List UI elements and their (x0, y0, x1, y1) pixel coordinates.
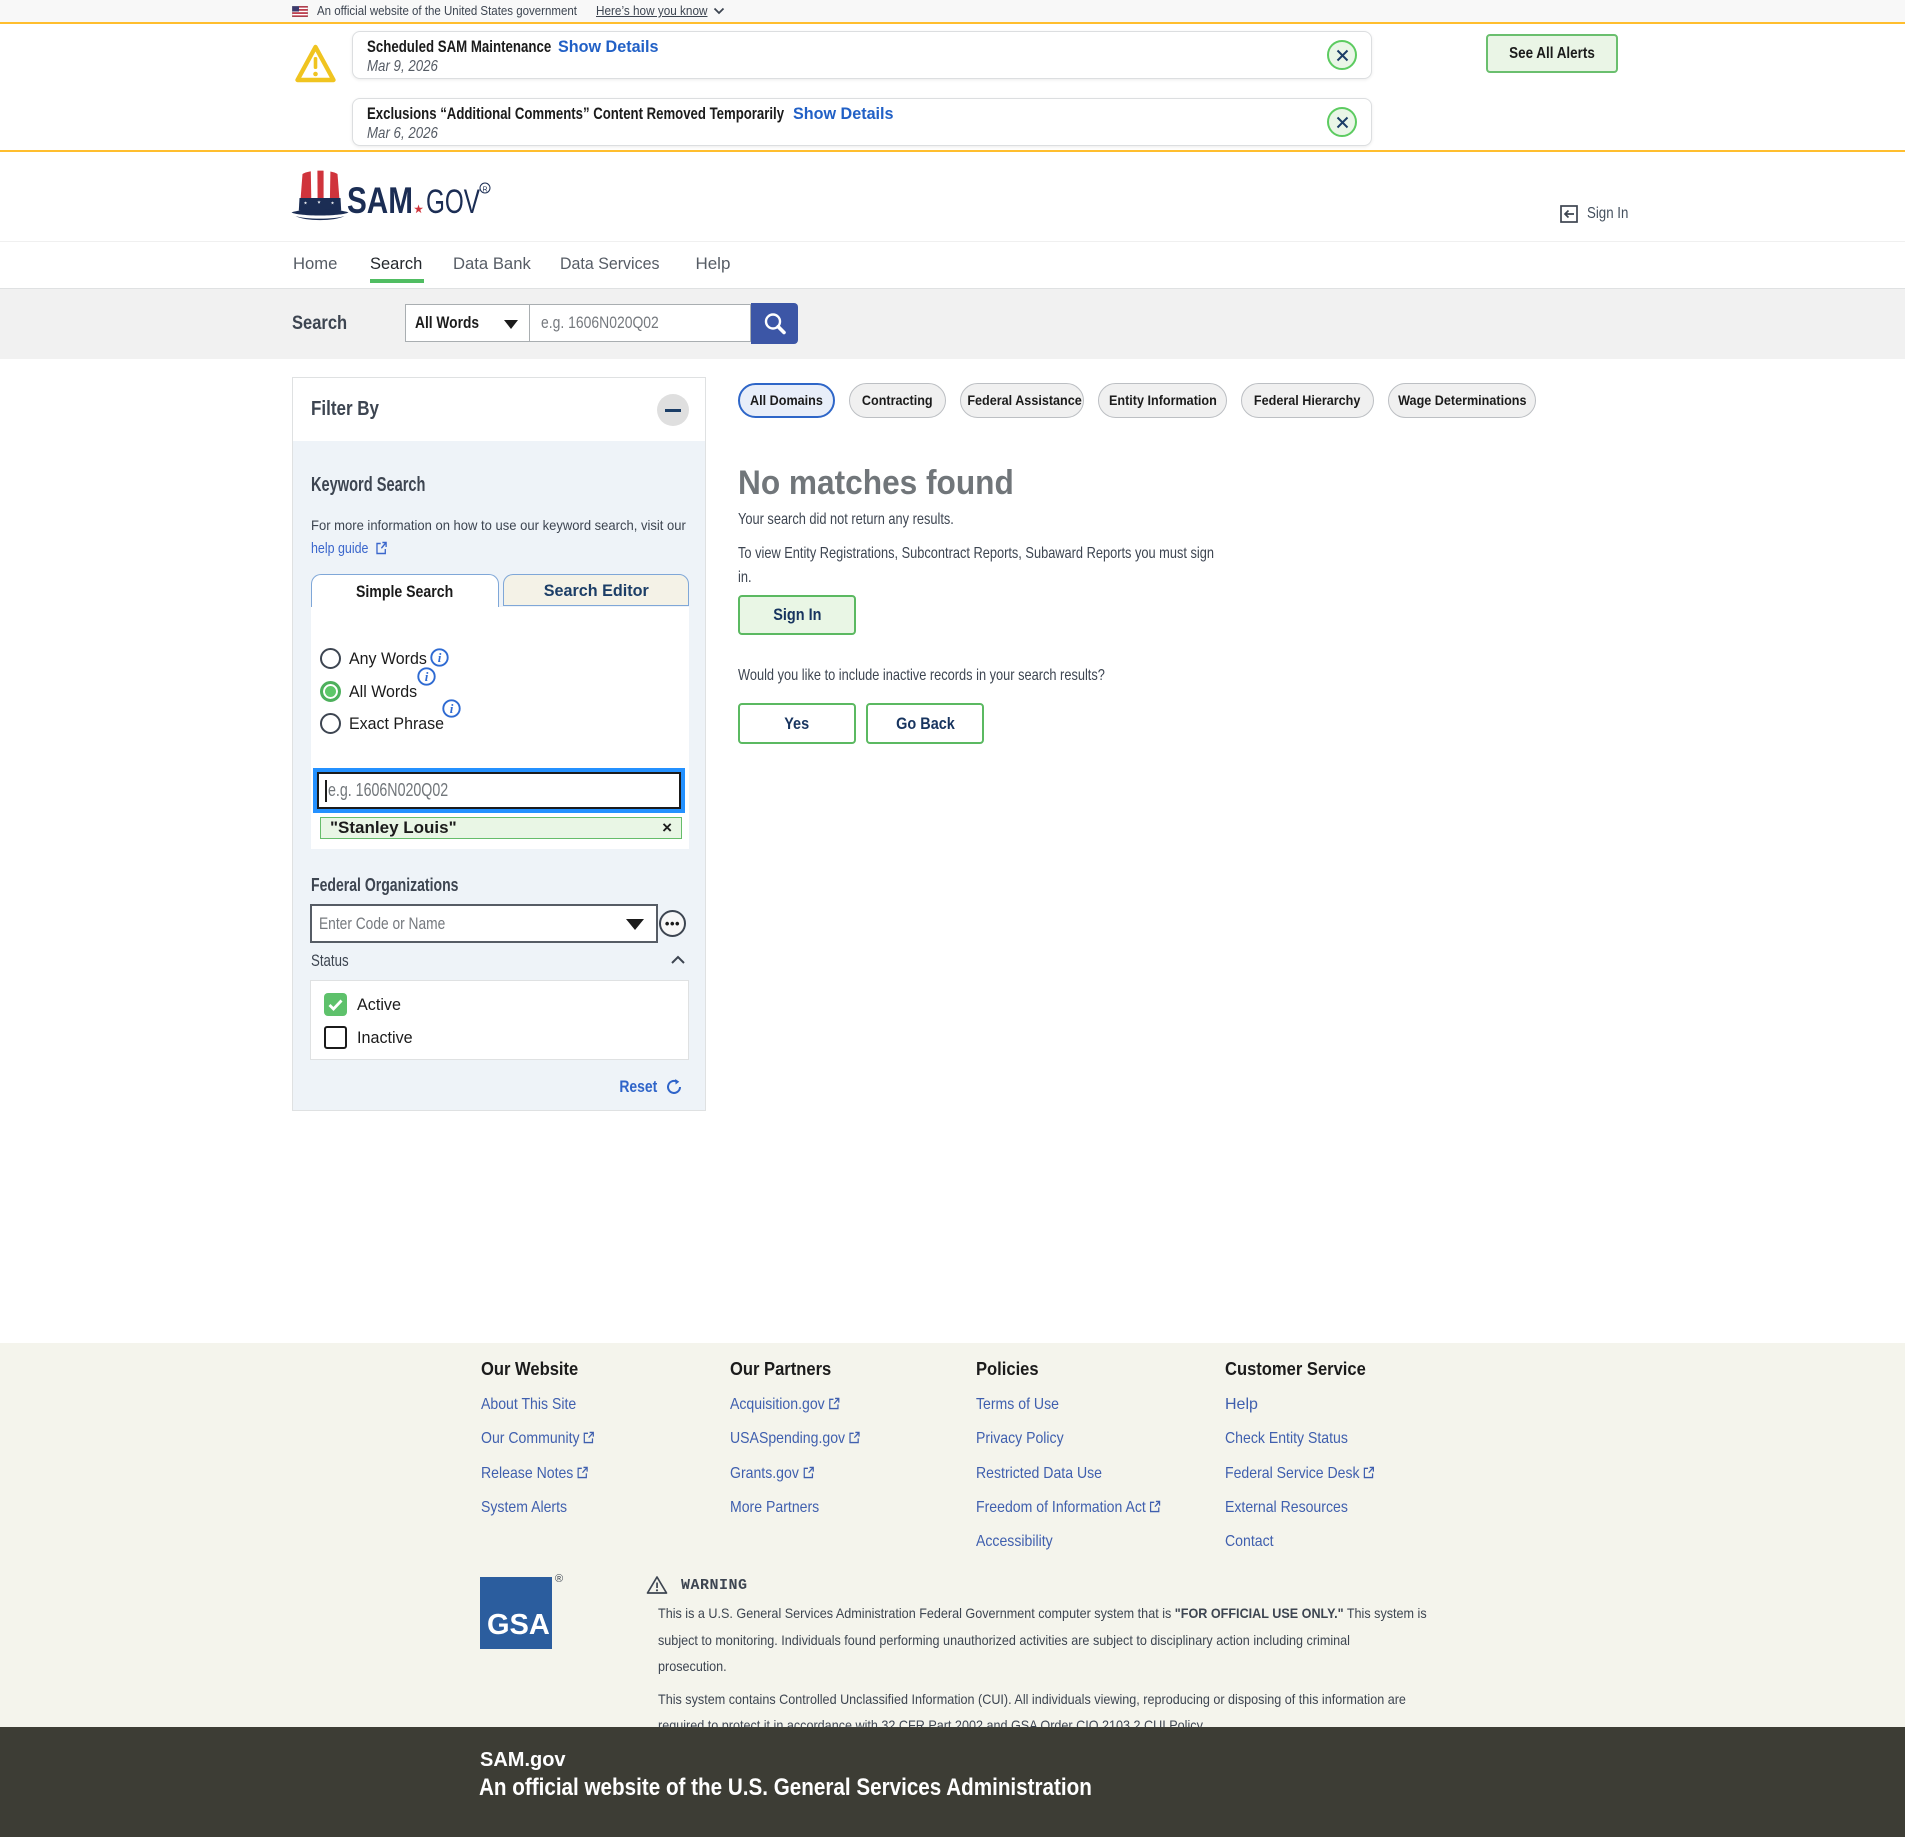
svg-text:R: R (482, 187, 487, 194)
svg-text:i: i (450, 701, 454, 716)
svg-text:SAM: SAM (347, 180, 413, 221)
svg-text:i: i (438, 650, 442, 665)
svg-text:i: i (425, 669, 429, 684)
svg-text:GOV: GOV (426, 183, 480, 221)
